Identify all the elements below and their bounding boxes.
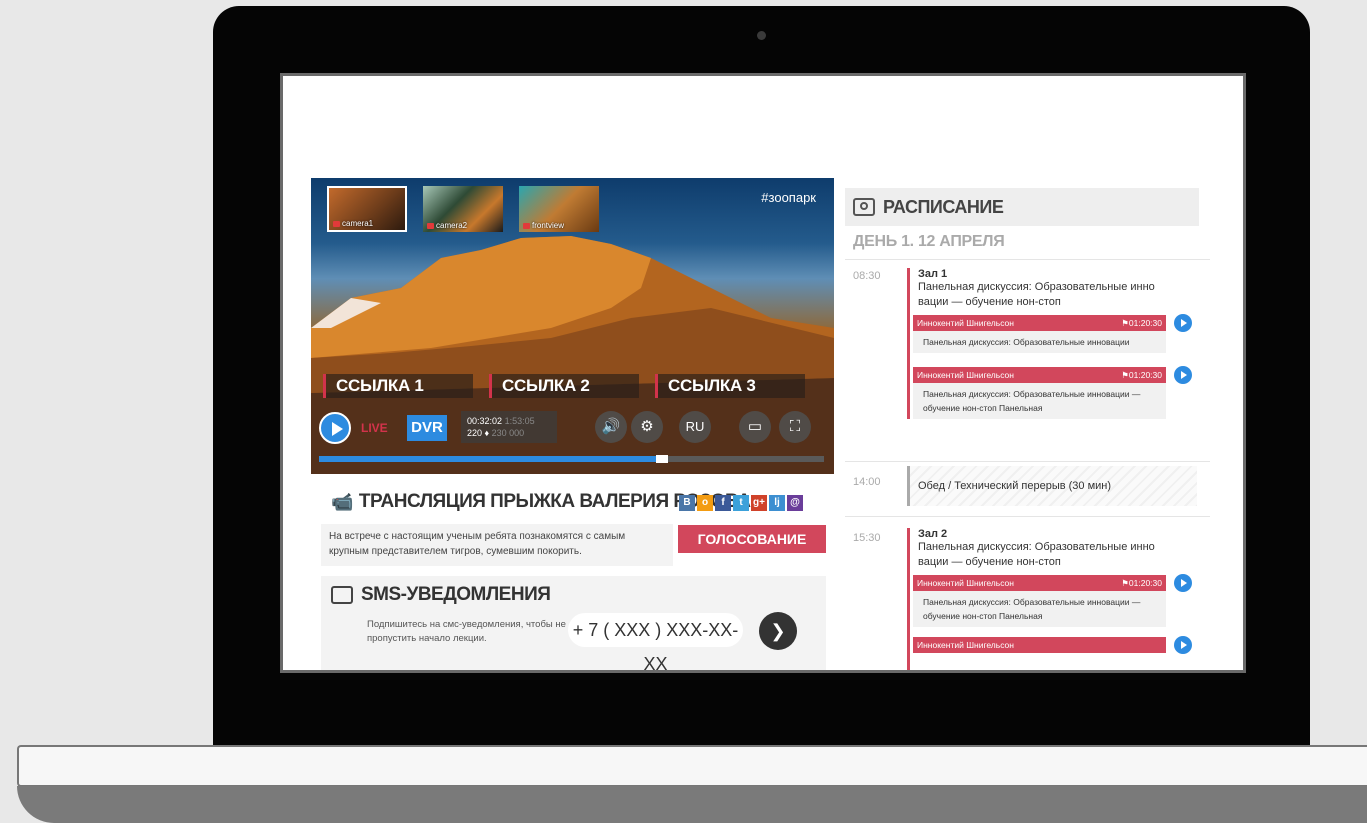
speaker-name: Иннокентий Шнигельсон <box>917 578 1014 588</box>
slot-time: 08:30 <box>853 270 881 282</box>
speaker-name: Иннокентий Шнигельсон <box>917 370 1014 380</box>
progress-fill <box>319 456 663 462</box>
laptop-base <box>17 745 1367 787</box>
ok-icon[interactable]: o <box>697 495 713 511</box>
slot-content: Зал 1 Панельная дискуссия: Образовательн… <box>907 268 1200 419</box>
talk-duration: ⚑01:20:30 <box>1121 370 1162 380</box>
pip-icon[interactable]: ▭ <box>739 411 771 443</box>
sms-submit-button[interactable]: ❯ <box>759 612 797 650</box>
link-1[interactable]: ССЫЛКА 1 <box>323 374 473 398</box>
progress-bar[interactable] <box>319 455 824 463</box>
camera-thumb-1[interactable]: camera1 <box>327 186 407 232</box>
message-icon <box>331 586 353 604</box>
break-box: Обед / Технический перерыв (30 мин) <box>907 466 1197 506</box>
speaker-bar[interactable]: Иннокентий Шнигельсон ⚑01:20:30 <box>913 366 1192 384</box>
laptop-bottom <box>17 786 1367 823</box>
link-3[interactable]: ССЫЛКА 3 <box>655 374 805 398</box>
slot-time: 14:00 <box>853 476 881 488</box>
camera-icon <box>427 222 434 229</box>
sms-heading: SMS-УВЕДОМЛЕНИЯ <box>331 584 551 606</box>
hashtag: #зоопарк <box>761 190 816 205</box>
link-2[interactable]: ССЫЛКА 2 <box>489 374 639 398</box>
vote-button[interactable]: ГОЛОСОВАНИЕ <box>678 525 826 553</box>
screen: camera1 camera2 frontview #зоопарк ССЫЛК… <box>280 73 1246 673</box>
broadcast-description: На встрече с настоящим ученым ребята поз… <box>321 524 673 566</box>
share-icons: Bo f t g+ lj @ <box>679 495 803 511</box>
talk-duration: ⚑01:20:30 <box>1121 318 1162 328</box>
play-button[interactable] <box>319 412 351 444</box>
language-button[interactable]: RU <box>679 411 711 443</box>
camera-thumb-3[interactable]: frontview <box>519 186 599 232</box>
hall-name: Зал 2 <box>918 528 948 540</box>
viewers-count: 220 <box>467 428 483 438</box>
divider <box>845 516 1210 517</box>
speaker-name: Иннокентий Шнигельсон <box>917 318 1014 328</box>
sms-panel: SMS-УВЕДОМЛЕНИЯ Подпишитесь на смс-уведо… <box>321 576 826 670</box>
gear-icon[interactable]: ⚙ <box>631 411 663 443</box>
live-label: LIVE <box>361 421 388 435</box>
hall-name: Зал 1 <box>918 268 948 280</box>
time-total: 1:53:05 <box>504 416 535 426</box>
play-icon[interactable] <box>1174 574 1192 592</box>
talk-duration: ⚑01:20:30 <box>1121 578 1162 588</box>
fullscreen-icon[interactable]: ⛶ <box>779 411 811 443</box>
camera-label: camera1 <box>342 219 374 228</box>
speaker-bar[interactable]: Иннокентий Шнигельсон ⚑01:20:30 <box>913 574 1192 592</box>
play-icon[interactable] <box>1174 314 1192 332</box>
viewers-total: 230 000 <box>491 428 525 438</box>
divider <box>845 259 1210 260</box>
time-current: 00:32:02 <box>467 416 503 426</box>
speaker-name: Иннокентий Шнигельсон <box>917 640 1014 650</box>
volume-icon[interactable]: 🔊 <box>595 411 627 443</box>
camera-thumb-2[interactable]: camera2 <box>423 186 503 232</box>
vk-icon[interactable]: B <box>679 495 695 511</box>
speaker-bar[interactable]: Иннокентий Шнигельсон <box>913 636 1192 654</box>
camera-icon <box>333 220 340 227</box>
clock-icon <box>853 198 875 216</box>
livejournal-icon[interactable]: lj <box>769 495 785 511</box>
sms-hint: Подпишитесь на смс-уведомления, чтобы не… <box>367 619 566 644</box>
slot-content: Зал 2 Панельная дискуссия: Образовательн… <box>907 528 1200 670</box>
slot-description: Панельная дискуссия: Образовательные инн… <box>918 541 1155 568</box>
progress-knob[interactable] <box>656 455 669 463</box>
dvr-button[interactable]: DVR <box>407 415 447 441</box>
slot-description: Панельная дискуссия: Образовательные инн… <box>918 281 1155 308</box>
talk-description: Панельная дискуссия: Образовательные инн… <box>913 383 1166 419</box>
camera-label: camera2 <box>436 221 468 230</box>
play-icon[interactable] <box>1174 636 1192 654</box>
schedule-header: РАСПИСАНИЕ <box>845 188 1199 226</box>
schedule-title: РАСПИСАНИЕ <box>883 196 1004 217</box>
webcam-icon <box>757 31 766 40</box>
mail-icon[interactable]: @ <box>787 495 803 511</box>
camera-label: frontview <box>532 221 565 230</box>
talk-description: Панельная дискуссия: Образовательные инн… <box>913 331 1166 353</box>
sms-title: SMS-УВЕДОМЛЕНИЯ <box>361 584 551 605</box>
phone-input[interactable]: + 7 ( XXX ) XXX-XX-XX <box>568 613 743 670</box>
stats-panel: 00:32:02 1:53:05 220 ♦ 230 000 <box>461 411 557 443</box>
facebook-icon[interactable]: f <box>715 495 731 511</box>
speaker-bar[interactable]: Иннокентий Шнигельсон ⚑01:20:30 <box>913 314 1192 332</box>
gplus-icon[interactable]: g+ <box>751 495 767 511</box>
broadcast-icon: 📹 <box>331 491 353 512</box>
play-icon[interactable] <box>1174 366 1192 384</box>
day-label: ДЕНЬ 1. 12 АПРЕЛЯ <box>853 233 1005 250</box>
video-player[interactable]: camera1 camera2 frontview #зоопарк ССЫЛК… <box>311 178 834 474</box>
twitter-icon[interactable]: t <box>733 495 749 511</box>
talk-description: Панельная дискуссия: Образовательные инн… <box>913 591 1166 627</box>
slot-time: 15:30 <box>853 532 881 544</box>
divider <box>845 461 1210 462</box>
camera-icon <box>523 222 530 229</box>
